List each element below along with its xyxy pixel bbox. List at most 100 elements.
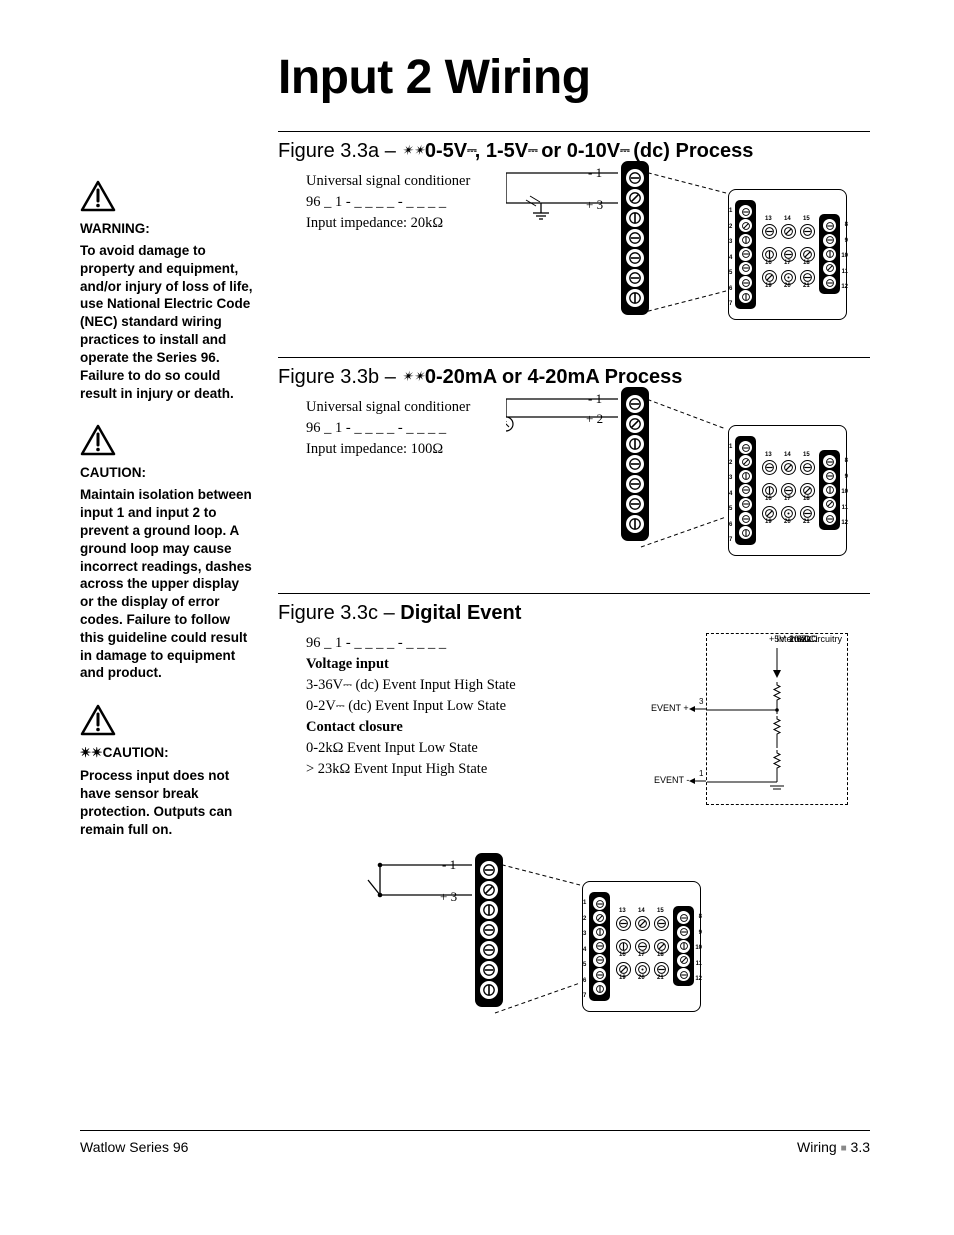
terminal-number: 5 — [583, 962, 586, 968]
term-pos-label: + 3 — [586, 197, 603, 213]
terminal-screw — [739, 498, 752, 511]
terminal-number: 11 — [842, 269, 848, 275]
caution1-text: Maintain isolation between input 1 and i… — [80, 486, 255, 682]
terminal-screw — [739, 470, 752, 483]
terminal-number: 15 — [803, 452, 810, 458]
terminal-screw — [480, 921, 498, 939]
dc-icon: ⎓ — [467, 143, 475, 157]
fc-title: Digital Event — [400, 602, 521, 624]
dc-icon: ⎓ — [528, 143, 536, 157]
terminal-number: 11 — [842, 505, 848, 511]
terminal-number: 3 — [583, 931, 586, 937]
terminal-number: 21 — [803, 519, 810, 525]
terminal-number: 2 — [729, 460, 732, 466]
ic-txt: Internal Circuitry — [737, 634, 842, 644]
page-footer: Watlow Series 96 Wiring ■ 3.3 — [80, 1130, 870, 1155]
terminal-screw — [781, 460, 796, 475]
divider — [278, 131, 870, 132]
terminal-number: 7 — [583, 993, 586, 999]
asterisk: ✴✴ — [401, 142, 424, 158]
page-title: Input 2 Wiring — [278, 50, 870, 105]
terminal-screw — [762, 460, 777, 475]
footer-right: Wiring ■ 3.3 — [797, 1139, 870, 1155]
terminal-screw — [593, 911, 606, 924]
caution1-heading: CAUTION: — [80, 465, 255, 480]
footer-pagenum: 3.3 — [851, 1139, 870, 1155]
t4: (dc) Process — [628, 140, 754, 162]
terminal-number: 16 — [765, 496, 772, 502]
terminal-screw — [593, 968, 606, 981]
terminal-number: 10 — [841, 253, 848, 259]
terminal-number: 7 — [729, 301, 732, 307]
terminal-number: 5 — [729, 270, 732, 276]
terminal-screw — [593, 940, 606, 953]
figure-b-content: Universal signal conditioner 96 _ 1 - _ … — [278, 397, 870, 567]
terminal-screw — [781, 224, 796, 239]
terminal-number: 18 — [803, 496, 810, 502]
terminal-number: 14 — [784, 216, 791, 222]
square-icon: ■ — [841, 1143, 847, 1154]
terminal-number: 21 — [657, 975, 664, 981]
terminal-number: 13 — [765, 216, 772, 222]
terminal-screw — [616, 916, 631, 931]
terminal-strip-a — [621, 161, 649, 315]
caution2-heading: ✴✴CAUTION: — [80, 745, 255, 761]
fig-b-line2: 96 _ 1 - _ _ _ _ - _ _ _ _ — [306, 418, 536, 439]
terminal-number: 10 — [841, 489, 848, 495]
terminal-screw — [593, 926, 606, 939]
ic-event-minus: EVENT - — [654, 775, 689, 785]
caution-block-1: CAUTION: Maintain isolation between inpu… — [80, 424, 255, 682]
fc-c1: 0-2kΩ Event Input Low State — [306, 738, 596, 759]
terminal-screw — [635, 916, 650, 931]
terminal-number: 19 — [765, 519, 772, 525]
terminal-number: 18 — [657, 952, 664, 958]
terminal-number: 9 — [845, 238, 848, 244]
terminal-screw — [677, 940, 690, 953]
terminal-number: 6 — [729, 286, 732, 292]
fig-b-line1: Universal signal conditioner — [306, 397, 536, 418]
dc-icon: ⎓ — [620, 143, 628, 157]
terminal-screw — [626, 475, 644, 493]
terminal-number: 17 — [784, 496, 791, 502]
terminal-screw — [626, 395, 644, 413]
terminal-number: 20 — [638, 975, 645, 981]
ic-event-plus: EVENT + — [651, 703, 689, 713]
terminal-screw — [739, 455, 752, 468]
internal-circuitry-box: +5V 2.67kΩ 20kΩ 100Ω Internal Circuitry — [706, 633, 848, 805]
terminal-screw — [480, 861, 498, 879]
fig-num: Figure 3.3b – — [278, 366, 401, 388]
asterisk: ✴✴ — [401, 368, 424, 384]
terminal-screw — [823, 248, 836, 261]
terminal-screw — [739, 205, 752, 218]
term-pos-label: + 3 — [440, 889, 457, 905]
terminal-screw — [593, 954, 606, 967]
figure-c-title: Figure 3.3c – Digital Event — [278, 602, 870, 625]
fc-c2: > 23kΩ Event Input High State — [306, 759, 596, 780]
warning-icon — [80, 704, 116, 736]
terminal-number: 4 — [583, 947, 586, 953]
terminal-screw — [480, 961, 498, 979]
terminal-number: 16 — [765, 260, 772, 266]
fig-c-partnum: 96 _ 1 - _ _ _ _ - _ _ _ _ — [306, 633, 596, 654]
device-block-a: 123456713141516171819202189101112 — [728, 189, 847, 320]
terminal-number: 21 — [803, 283, 810, 289]
term-neg-label: - 1 — [588, 391, 602, 407]
terminal-number: 14 — [638, 908, 645, 914]
terminal-number: 9 — [845, 474, 848, 480]
device-block-c: 123456713141516171819202189101112 — [582, 881, 701, 1012]
terminal-number: 1 — [729, 444, 732, 450]
figure-a-content: Universal signal conditioner 96 _ 1 - _ … — [278, 171, 870, 331]
terminal-screw — [823, 219, 836, 232]
t2: , 1-5V — [475, 140, 528, 162]
warning-block: WARNING: To avoid damage to property and… — [80, 180, 255, 402]
terminal-number: 9 — [699, 930, 702, 936]
terminal-screw — [739, 512, 752, 525]
terminal-screw — [823, 234, 836, 247]
fc-v1b: (dc) Event Input High State — [352, 677, 516, 693]
terminal-number: 8 — [845, 222, 848, 228]
terminal-screw — [654, 916, 669, 931]
caution-block-2: ✴✴CAUTION: Process input does not have s… — [80, 704, 255, 838]
terminal-number: 11 — [696, 961, 702, 967]
terminal-number: 8 — [699, 914, 702, 920]
terminal-screw — [677, 968, 690, 981]
